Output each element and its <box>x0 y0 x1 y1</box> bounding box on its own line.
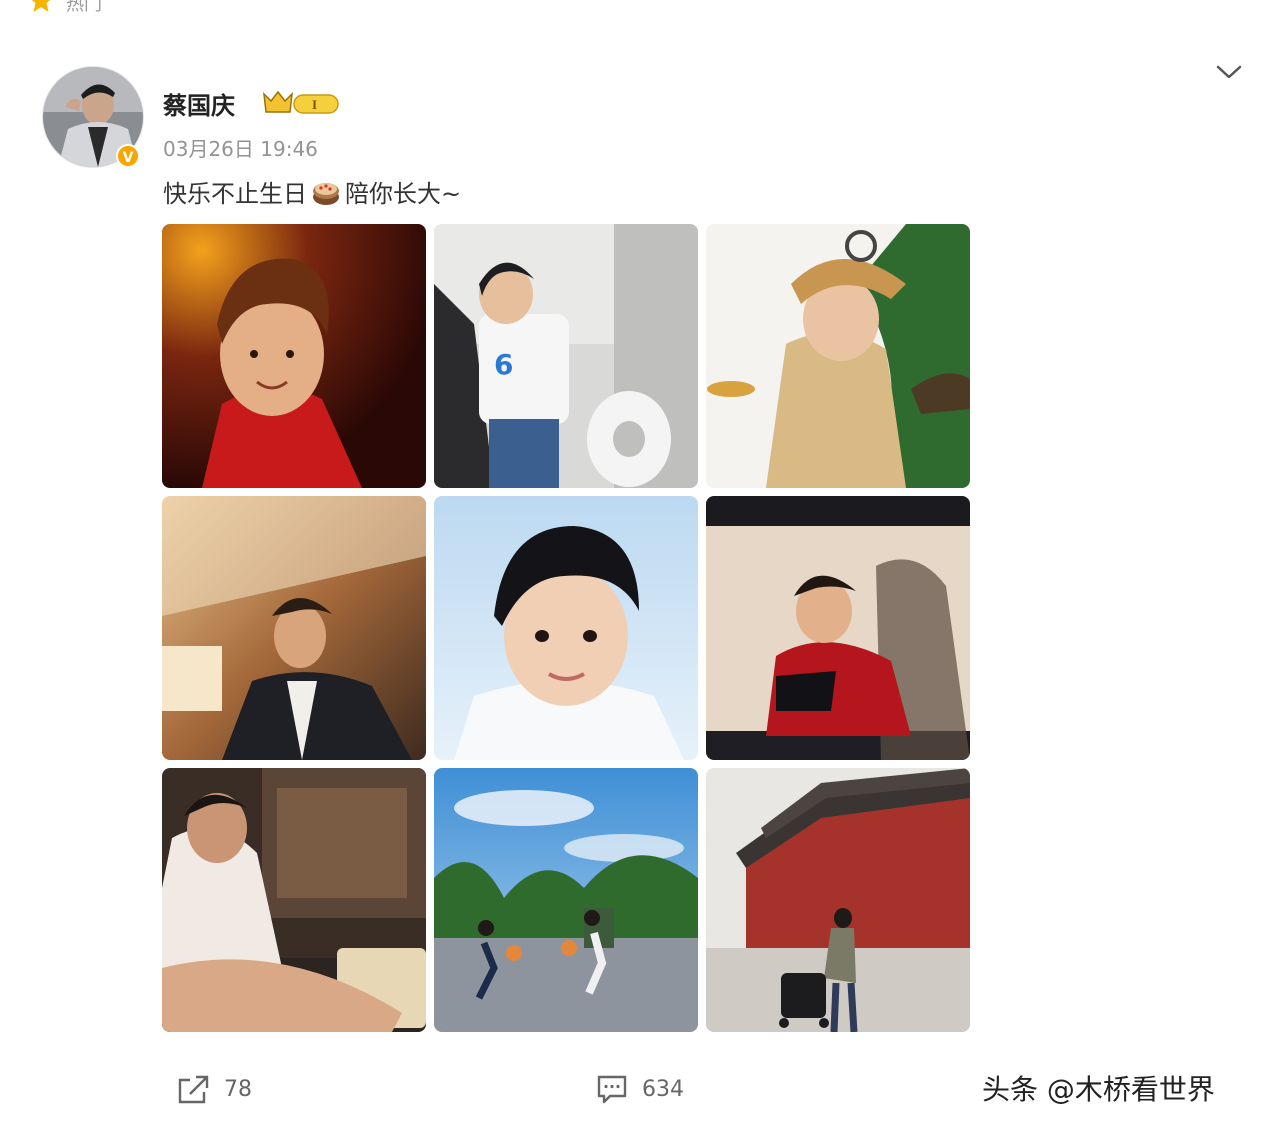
photo-2[interactable]: 6 <box>434 224 698 488</box>
photo-3[interactable] <box>706 224 970 488</box>
comment-button[interactable]: 634 <box>596 1074 684 1104</box>
watermark: 头条 @木桥看世界 <box>982 1073 1215 1106</box>
post-text-start: 快乐不止生日 <box>163 180 307 208</box>
vip-crown-badge-icon[interactable]: I <box>262 88 342 118</box>
photo-5[interactable] <box>434 496 698 760</box>
photo-9[interactable] <box>706 768 970 1032</box>
svg-text:6: 6 <box>494 348 513 381</box>
verified-badge-icon: V <box>116 144 140 168</box>
photo-8[interactable] <box>434 768 698 1032</box>
vip-level: I <box>312 97 317 112</box>
photo-1[interactable] <box>162 224 426 488</box>
share-count: 78 <box>224 1076 252 1102</box>
share-button[interactable]: 78 <box>176 1074 252 1104</box>
star-icon[interactable] <box>28 0 54 14</box>
chevron-down-icon[interactable] <box>1214 62 1244 82</box>
share-icon <box>178 1075 209 1104</box>
cake-icon <box>313 182 339 205</box>
username[interactable]: 蔡国庆 <box>163 86 235 121</box>
photo-4[interactable] <box>162 496 426 760</box>
weibo-post-card: V 蔡国庆 I 03月26日 19:46 快乐不止生日 陪你长大~ 6 78 6… <box>0 14 1278 1144</box>
post-timestamp[interactable]: 03月26日 19:46 <box>163 133 318 162</box>
top-tab-label[interactable]: 热门 <box>66 0 102 14</box>
photo-grid: 6 <box>162 224 970 1032</box>
top-strip: 热门 <box>0 0 1278 14</box>
photo-6[interactable] <box>706 496 970 760</box>
post-text: 快乐不止生日 陪你长大~ <box>163 174 461 209</box>
comment-icon <box>597 1075 627 1104</box>
comment-count: 634 <box>642 1076 684 1102</box>
photo-7[interactable] <box>162 768 426 1032</box>
post-text-end: 陪你长大~ <box>345 180 462 208</box>
